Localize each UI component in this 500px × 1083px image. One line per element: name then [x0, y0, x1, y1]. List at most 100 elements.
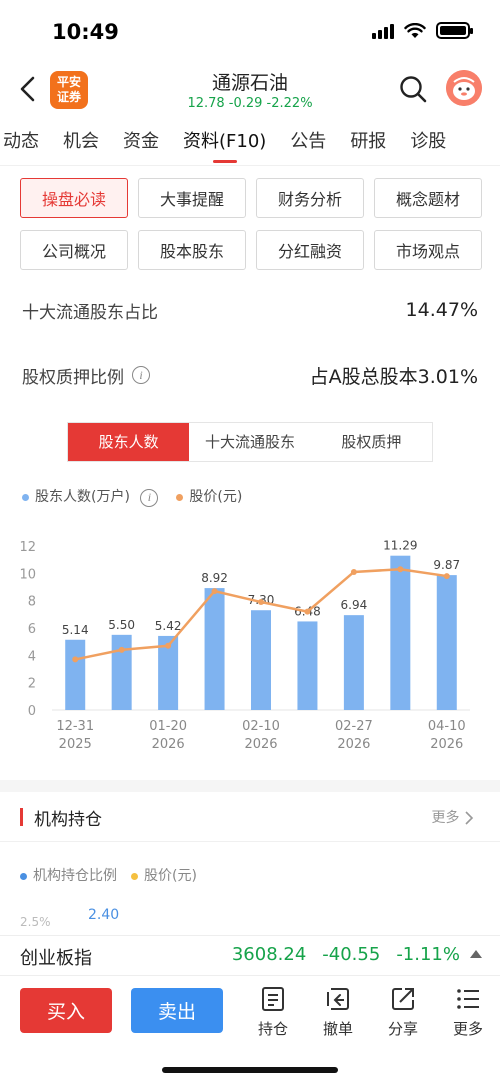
- price-point: [443, 573, 450, 580]
- tab-opportunity[interactable]: 机会: [51, 118, 111, 166]
- bar: [436, 575, 457, 710]
- chip-dividends[interactable]: 分红融资: [256, 230, 364, 270]
- x-tick-label: 02-27: [335, 719, 373, 734]
- chart-legend: 股东人数(万户) i 股价(元): [22, 486, 242, 507]
- search-icon[interactable]: [398, 74, 428, 104]
- wifi-icon: [404, 22, 426, 38]
- pledge-label-wrap: 股权质押比例 i: [22, 363, 150, 388]
- x-tick-label: 12-31: [56, 719, 94, 734]
- top10-label: 十大流通股东占比: [22, 302, 158, 323]
- institution-partial-tick: 2.5%: [20, 915, 51, 929]
- index-ticker-bar[interactable]: 创业板指 3608.24 -40.55 -1.11%: [0, 935, 500, 975]
- bar: [111, 634, 132, 710]
- x-tick-label: 02-10: [242, 719, 280, 734]
- sell-button[interactable]: 卖出: [131, 988, 223, 1033]
- chip-financial-analysis[interactable]: 财务分析: [256, 178, 364, 218]
- chip-shareholders[interactable]: 股本股东: [138, 230, 246, 270]
- chip-concepts[interactable]: 概念题材: [374, 178, 482, 218]
- index-pct: -1.11%: [396, 944, 460, 965]
- bar-data-label: 11.29: [383, 539, 417, 553]
- chip-company-profile[interactable]: 公司概况: [20, 230, 128, 270]
- bar-data-label: 6.94: [341, 598, 368, 612]
- segment-holder-count[interactable]: 股东人数: [68, 423, 190, 461]
- top10-float-holders-row: 十大流通股东占比 14.47%: [0, 278, 500, 342]
- y-tick-label: 0: [28, 704, 36, 719]
- institution-title: 机构持仓: [34, 810, 102, 830]
- tab-dynamics[interactable]: 动态: [0, 118, 51, 166]
- bar: [390, 555, 411, 710]
- legend-holders-dot: [22, 493, 29, 501]
- pledge-label: 股权质押比例: [22, 367, 124, 388]
- tab-research[interactable]: 研报: [338, 118, 398, 166]
- holdings-icon: [262, 987, 284, 1011]
- legend-inst-ratio-label: 机构持仓比例: [33, 868, 117, 884]
- institution-header: 机构持仓 更多: [0, 792, 500, 842]
- buy-button[interactable]: 买入: [20, 988, 112, 1033]
- cancel-order-button[interactable]: 撤单: [313, 986, 363, 1039]
- bar-data-label: 5.14: [62, 623, 89, 637]
- holder-segment-control: 股东人数 十大流通股东 股权质押: [67, 422, 433, 462]
- status-icons: [372, 22, 473, 39]
- price-point: [118, 646, 125, 653]
- x-tick-label: 2026: [244, 737, 277, 752]
- expand-up-icon[interactable]: [470, 950, 482, 958]
- x-tick-label: 2025: [59, 737, 92, 752]
- pledge-ratio-row: 股权质押比例 i 占A股总股本3.01%: [0, 343, 500, 407]
- signal-icon: [372, 23, 394, 39]
- y-tick-label: 8: [28, 595, 36, 610]
- hold-label: 持仓: [257, 1020, 288, 1038]
- top10-value: 14.47%: [405, 299, 478, 321]
- price-point: [350, 568, 357, 575]
- price-point: [72, 656, 79, 663]
- tab-diagnosis[interactable]: 诊股: [398, 118, 458, 166]
- legend-inst-ratio: 机构持仓比例: [20, 865, 117, 885]
- x-tick-label: 2026: [152, 737, 185, 752]
- x-tick-label: 01-20: [149, 719, 187, 734]
- cancel-order-icon: [327, 988, 349, 1010]
- battery-icon: [436, 22, 473, 39]
- legend-holders: 股东人数(万户) i: [22, 486, 159, 507]
- segment-pledge[interactable]: 股权质押: [311, 423, 432, 461]
- chevron-right-icon: [465, 811, 474, 825]
- legend-price: 股价(元): [176, 486, 242, 506]
- more-button[interactable]: 更多: [443, 986, 493, 1039]
- tab-bar: 动态 机会 资金 资料(F10) 公告 研报 诊股: [0, 118, 500, 166]
- f10-chip-grid: 操盘必读 大事提醒 财务分析 概念题材 公司概况 股本股东 分红融资 市场观点: [0, 166, 500, 270]
- more-label: 更多: [452, 1020, 483, 1038]
- legend-inst-price-label: 股价(元): [144, 868, 197, 884]
- x-tick-label: 2026: [337, 737, 370, 752]
- segment-top10-float[interactable]: 十大流通股东: [189, 423, 310, 461]
- price-point: [211, 588, 218, 595]
- institution-more-link[interactable]: 更多: [432, 807, 474, 827]
- hold-button[interactable]: 持仓: [248, 986, 298, 1039]
- institution-first-value: 2.40: [88, 907, 120, 923]
- section-divider: [0, 780, 500, 792]
- bar: [297, 621, 318, 710]
- tab-funds[interactable]: 资金: [111, 118, 171, 166]
- section-marker: [20, 808, 23, 826]
- bar: [343, 615, 364, 710]
- stock-header: 平安 证券 通源石油 12.78 -0.29 -2.22%: [0, 64, 500, 118]
- tab-announcements[interactable]: 公告: [278, 118, 338, 166]
- y-tick-label: 2: [28, 677, 36, 692]
- info-icon[interactable]: i: [132, 366, 150, 384]
- chip-trading-must-read[interactable]: 操盘必读: [20, 178, 128, 218]
- tab-f10[interactable]: 资料(F10): [171, 118, 278, 166]
- share-label: 分享: [387, 1020, 418, 1038]
- bar-data-label: 9.87: [433, 558, 460, 572]
- info-icon[interactable]: i: [140, 488, 159, 507]
- y-tick-label: 4: [28, 649, 36, 664]
- institution-legend: 机构持仓比例 股价(元): [20, 865, 197, 885]
- index-change: -40.55: [322, 944, 381, 965]
- chip-major-events[interactable]: 大事提醒: [138, 178, 246, 218]
- share-icon: [392, 988, 414, 1010]
- index-values: 3608.24 -40.55 -1.11%: [232, 944, 460, 965]
- status-bar: 10:49: [0, 0, 500, 64]
- legend-price-label: 股价(元): [189, 489, 243, 506]
- share-button[interactable]: 分享: [378, 986, 428, 1039]
- bar: [65, 639, 86, 710]
- chip-market-views[interactable]: 市场观点: [374, 230, 482, 270]
- y-tick-label: 12: [19, 540, 36, 555]
- legend-holders-label: 股东人数(万户): [35, 489, 130, 505]
- avatar[interactable]: [446, 70, 482, 106]
